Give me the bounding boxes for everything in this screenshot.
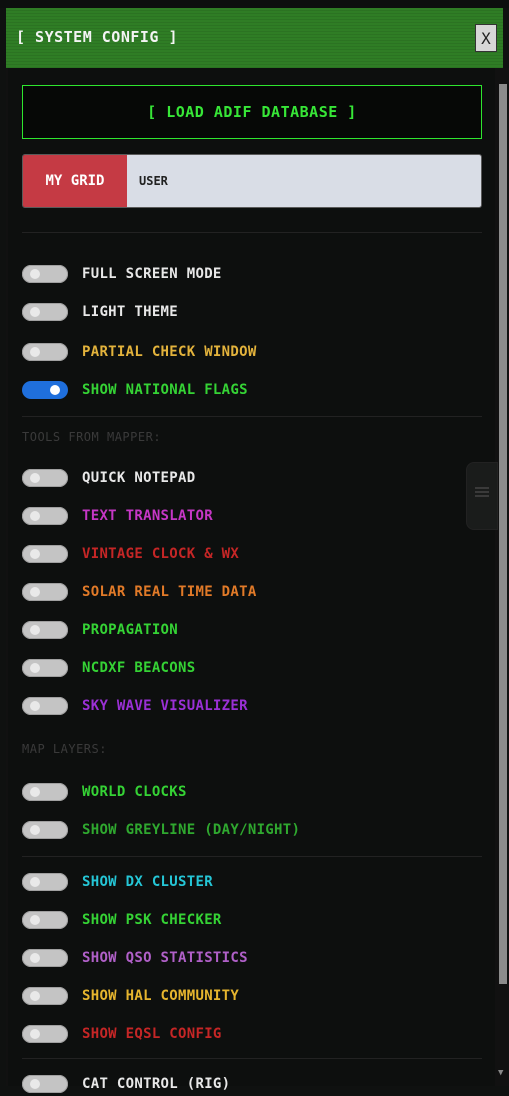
toggle-knob [30,625,40,635]
my-grid-field: MY GRID [22,154,482,208]
toggle-row-world-clocks[interactable]: WORLD CLOCKS [22,780,187,804]
toggle-switch[interactable] [22,583,68,601]
scroll-down-arrow-icon[interactable]: ▼ [498,1068,508,1078]
toggle-switch[interactable] [22,821,68,839]
toggle-knob [30,307,40,317]
toggle-knob [30,663,40,673]
toggle-row-cat-control[interactable]: CAT CONTROL (RIG) [22,1072,230,1096]
my-grid-label: MY GRID [23,155,127,207]
toggle-switch[interactable] [22,265,68,283]
toggle-knob [30,787,40,797]
toggle-row-ncdxf-beacons[interactable]: NCDXF BEACONS [22,656,195,680]
toggle-switch[interactable] [22,303,68,321]
toggle-label: LIGHT THEME [82,304,179,320]
toggle-label: SHOW PSK CHECKER [82,912,222,928]
toggle-label: SHOW QSO STATISTICS [82,950,248,966]
toggle-row-text-translator[interactable]: TEXT TRANSLATOR [22,504,213,528]
toggle-switch[interactable] [22,545,68,563]
toggle-label: QUICK NOTEPAD [82,470,196,486]
toggle-switch[interactable] [22,949,68,967]
toggle-label: NCDXF BEACONS [82,660,196,676]
toggle-switch[interactable] [22,343,68,361]
toggle-switch[interactable] [22,697,68,715]
toggle-row-qso-statistics[interactable]: SHOW QSO STATISTICS [22,946,248,970]
top-strip [0,0,509,8]
toggle-knob [30,473,40,483]
toggle-row-propagation[interactable]: PROPAGATION [22,618,178,642]
divider [22,232,482,233]
toggle-row-quick-notepad[interactable]: QUICK NOTEPAD [22,466,195,490]
toggle-label: CAT CONTROL (RIG) [82,1076,231,1092]
toggle-label: FULL SCREEN MODE [82,266,222,282]
toggle-knob [30,347,40,357]
toggle-row-partial-check[interactable]: PARTIAL CHECK WINDOW [22,340,257,364]
toggle-label: PARTIAL CHECK WINDOW [82,344,257,360]
toggle-row-dx-cluster[interactable]: SHOW DX CLUSTER [22,870,213,894]
config-header: [ SYSTEM CONFIG ] X [6,8,503,68]
toggle-switch[interactable] [22,507,68,525]
toggle-label: SHOW NATIONAL FLAGS [82,382,248,398]
divider [22,856,482,857]
toggle-switch[interactable] [22,911,68,929]
toggle-row-psk-checker[interactable]: SHOW PSK CHECKER [22,908,222,932]
toggle-switch[interactable] [22,381,68,399]
toggle-label: TEXT TRANSLATOR [82,508,213,524]
toggle-knob [30,511,40,521]
toggle-knob [30,701,40,711]
toggle-row-greyline[interactable]: SHOW GREYLINE (DAY/NIGHT) [22,818,300,842]
toggle-switch[interactable] [22,783,68,801]
divider [22,416,482,417]
divider [22,1058,482,1059]
section-heading-map-layers: MAP LAYERS: [22,742,107,756]
section-heading-tools: TOOLS FROM MAPPER: [22,430,162,444]
toggle-switch[interactable] [22,1075,68,1093]
my-grid-input[interactable] [127,155,481,207]
toggle-knob [30,915,40,925]
toggle-row-hal-community[interactable]: SHOW HAL COMMUNITY [22,984,239,1008]
toggle-knob [30,991,40,1001]
config-panel [6,68,497,1086]
load-adif-button[interactable]: [ LOAD ADIF DATABASE ] [22,85,482,139]
toggle-switch[interactable] [22,659,68,677]
toggle-knob [30,953,40,963]
toggle-knob [30,877,40,887]
header-title: [ SYSTEM CONFIG ] [16,28,179,46]
toggle-row-national-flags[interactable]: SHOW NATIONAL FLAGS [22,378,248,402]
toggle-switch[interactable] [22,1025,68,1043]
toggle-knob [30,269,40,279]
toggle-knob [30,1079,40,1089]
toggle-label: SOLAR REAL TIME DATA [82,584,257,600]
toggle-label: WORLD CLOCKS [82,784,187,800]
toggle-knob [30,549,40,559]
toggle-knob [30,587,40,597]
toggle-label: SHOW DX CLUSTER [82,874,213,890]
toggle-row-sky-wave[interactable]: SKY WAVE VISUALIZER [22,694,248,718]
scrollbar-thumb[interactable] [499,84,507,984]
toggle-row-light-theme[interactable]: LIGHT THEME [22,300,178,324]
toggle-switch[interactable] [22,621,68,639]
toggle-label: SHOW GREYLINE (DAY/NIGHT) [82,822,301,838]
toggle-label: VINTAGE CLOCK & WX [82,546,240,562]
toggle-label: SKY WAVE VISUALIZER [82,698,248,714]
toggle-row-vintage-clock[interactable]: VINTAGE CLOCK & WX [22,542,239,566]
toggle-knob [30,1029,40,1039]
toggle-row-solar-data[interactable]: SOLAR REAL TIME DATA [22,580,257,604]
toggle-knob [30,825,40,835]
side-drawer-handle[interactable] [466,462,498,530]
toggle-row-eqsl-config[interactable]: SHOW EQSL CONFIG [22,1022,222,1046]
toggle-switch[interactable] [22,873,68,891]
toggle-label: PROPAGATION [82,622,179,638]
toggle-label: SHOW HAL COMMUNITY [82,988,240,1004]
toggle-switch[interactable] [22,469,68,487]
close-button[interactable]: X [475,24,497,52]
toggle-label: SHOW EQSL CONFIG [82,1026,222,1042]
toggle-row-full-screen[interactable]: FULL SCREEN MODE [22,262,222,286]
toggle-switch[interactable] [22,987,68,1005]
toggle-knob [50,385,60,395]
handle-grip-icon [475,487,489,489]
